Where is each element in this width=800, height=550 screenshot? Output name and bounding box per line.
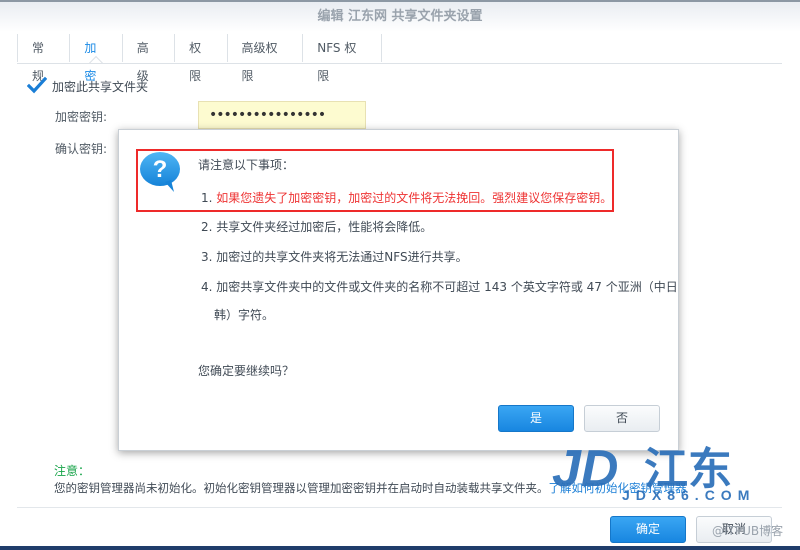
encryption-key-label: 加密密钥: bbox=[55, 110, 108, 124]
dialog-item-4: 4. 加密共享文件夹中的文件或文件夹的名称不可超过 143 个英文字符或 47 … bbox=[201, 278, 678, 295]
tab-bar: 常规 加密 高级 权限 高级权限 NFS 权限 bbox=[17, 34, 382, 83]
checkmark-icon bbox=[27, 76, 47, 94]
item-number: 3. bbox=[201, 250, 213, 264]
no-button[interactable]: 否 bbox=[584, 405, 660, 432]
tab-general[interactable]: 常规 bbox=[17, 34, 71, 83]
watermark-letters: JD bbox=[552, 440, 618, 498]
note-title: 注意： bbox=[54, 464, 91, 478]
footer-divider bbox=[17, 507, 782, 508]
dialog-heading: 请注意以下事项： bbox=[198, 158, 295, 172]
dialog-item-1: 1. 如果您遗失了加密密钥，加密过的文件将无法挽回。强烈建议您保存密钥。 bbox=[201, 189, 612, 206]
encrypt-checkbox-label: 加密此共享文件夹 bbox=[52, 79, 149, 94]
dialog-item-4-continuation: 韩）字符。 bbox=[214, 308, 275, 322]
tab-nfs-permissions[interactable]: NFS 权限 bbox=[303, 34, 382, 83]
itpub-credit: @ITPUB博客 bbox=[712, 524, 784, 538]
encryption-key-input[interactable]: •••••••••••••••• bbox=[198, 101, 366, 129]
confirm-key-label: 确认密钥: bbox=[55, 142, 108, 156]
encrypt-checkbox-row[interactable]: 加密此共享文件夹 bbox=[27, 76, 149, 96]
tab-divider bbox=[17, 63, 382, 64]
dialog-item-2: 2. 共享文件夹经过加密后，性能将会降低。 bbox=[201, 218, 432, 235]
question-bubble-icon: ? bbox=[140, 152, 180, 192]
item-text: 如果您遗失了加密密钥，加密过的文件将无法挽回。强烈建议您保存密钥。 bbox=[216, 191, 613, 205]
ok-button[interactable]: 确定 bbox=[610, 516, 686, 543]
dialog-question: 您确定要继续吗？ bbox=[198, 364, 295, 378]
item-text: 加密共享文件夹中的文件或文件夹的名称不可超过 143 个英文字符或 47 个亚洲… bbox=[216, 280, 678, 294]
tab-permissions[interactable]: 权限 bbox=[175, 34, 228, 83]
jd-watermark-logo: JD 江东 JDX86.COM bbox=[552, 440, 755, 502]
tab-advanced[interactable]: 高级 bbox=[123, 34, 176, 83]
tab-encryption[interactable]: 加密 bbox=[70, 34, 123, 83]
item-number: 2. bbox=[201, 220, 213, 234]
tab-advanced-permissions[interactable]: 高级权限 bbox=[228, 34, 304, 83]
tab-divider bbox=[382, 63, 782, 64]
note-body: 您的密钥管理器尚未初始化。初始化密钥管理器以管理加密密钥并在启动时自动装载共享文… bbox=[54, 481, 549, 495]
item-text: 共享文件夹经过加密后，性能将会降低。 bbox=[216, 220, 433, 234]
yes-button[interactable]: 是 bbox=[498, 405, 574, 432]
item-text: 加密过的共享文件夹将无法通过NFS进行共享。 bbox=[216, 250, 468, 264]
bottom-border bbox=[0, 546, 800, 550]
svg-text:?: ? bbox=[153, 156, 168, 183]
item-number: 4. bbox=[201, 280, 213, 294]
dialog-item-3: 3. 加密过的共享文件夹将无法通过NFS进行共享。 bbox=[201, 248, 468, 265]
item-number: 1. bbox=[201, 191, 213, 205]
encrypt-checkbox[interactable] bbox=[27, 76, 47, 94]
watermark-domain: JDX86.COM bbox=[622, 487, 755, 502]
window-title: 编辑 江东网 共享文件夹设置 bbox=[0, 2, 800, 32]
